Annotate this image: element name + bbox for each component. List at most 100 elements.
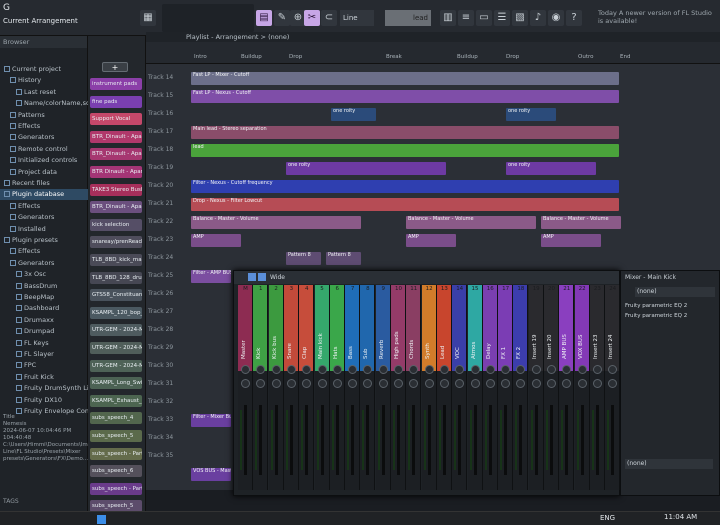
mixer-strip[interactable]: 10 High pads	[391, 285, 406, 490]
track-header[interactable]: Track 35	[148, 452, 188, 459]
volume-fader[interactable]	[550, 405, 553, 475]
pan-knob[interactable]	[317, 379, 327, 388]
channel-button[interactable]: fine pads	[90, 95, 142, 108]
browser-item[interactable]: BeepMap	[0, 292, 88, 303]
playlist-clip[interactable]: VOS BUS - Master	[191, 468, 231, 481]
pan-knob[interactable]	[470, 365, 480, 374]
pan-knob[interactable]	[241, 365, 250, 374]
pan-knob[interactable]	[485, 379, 495, 388]
browser-item[interactable]: Fruity DrumSynth Live	[0, 383, 88, 394]
volume-fader[interactable]	[504, 405, 508, 475]
channel-button[interactable]: snareay/prenReady	[90, 236, 142, 249]
timeline-ruler[interactable]: Intro Buildup Drop Break Buildup Drop Outro End	[146, 42, 720, 64]
pan-knob[interactable]	[547, 365, 556, 374]
volume-fader[interactable]	[595, 405, 599, 475]
mixer-strip[interactable]: 18 FX 2	[513, 285, 529, 490]
pan-knob[interactable]	[317, 365, 327, 374]
pan-knob[interactable]	[424, 379, 434, 388]
volume-fader[interactable]	[305, 405, 309, 475]
mixer-strip[interactable]: 5 Main kick	[314, 285, 330, 490]
volume-fader[interactable]	[259, 405, 263, 475]
pan-knob[interactable]	[348, 365, 358, 374]
pan-knob[interactable]	[256, 365, 266, 374]
pan-knob[interactable]	[577, 365, 587, 374]
help-icon[interactable]: ?	[566, 10, 582, 26]
browser-item[interactable]: FL Slayer	[0, 349, 88, 360]
pan-knob[interactable]	[332, 365, 342, 374]
browser-item[interactable]: Installed	[0, 224, 88, 235]
pan-knob[interactable]	[378, 365, 388, 374]
browser-item[interactable]: Current project	[0, 64, 88, 75]
pan-knob[interactable]	[394, 379, 403, 388]
mixer-strip[interactable]: 23 Insert 23	[589, 285, 605, 490]
channel-button[interactable]: UTR-GEM - 2024-Mix	[90, 359, 142, 372]
channel-button[interactable]: UTR-GEM - 2024-Mix	[90, 342, 142, 354]
piano-roll-icon[interactable]: ▭	[476, 10, 492, 26]
playlist-icon[interactable]: ☰	[494, 10, 510, 26]
mixer-strip[interactable]: 17 FX 1	[498, 285, 514, 490]
channel-button[interactable]: kick selection	[90, 218, 142, 231]
mixer-strip[interactable]: 4 Clap	[299, 285, 315, 490]
pan-knob[interactable]	[531, 379, 541, 388]
effect-slot-1[interactable]: Fruity parametric EQ 2	[625, 301, 717, 311]
channel-button[interactable]: BTR_Dinault - Apart	[90, 130, 142, 143]
pan-knob[interactable]	[501, 379, 511, 388]
plugin-icon[interactable]: ♪	[530, 10, 546, 26]
pan-knob[interactable]	[485, 365, 495, 374]
pan-knob[interactable]	[592, 379, 602, 388]
track-header[interactable]: Track 18	[148, 146, 188, 153]
pan-knob[interactable]	[302, 379, 312, 388]
playlist-clip[interactable]: one roity	[506, 108, 556, 121]
add-channel-button[interactable]: +	[102, 62, 128, 72]
browser-item[interactable]: Recent files	[0, 178, 88, 189]
browser-item[interactable]: Generators	[0, 132, 88, 143]
arrangement-marker[interactable]: Buildup	[457, 54, 478, 60]
volume-fader[interactable]	[427, 405, 431, 475]
channel-button[interactable]: instrument pads	[90, 78, 142, 90]
pan-knob[interactable]	[562, 379, 572, 388]
playlist-clip[interactable]: Fast LP - Mixer - Cutoff	[191, 72, 619, 85]
track-header[interactable]: Track 20	[148, 182, 188, 189]
playlist-clip[interactable]: Pattern 8	[286, 252, 321, 265]
mixer-icon[interactable]: ▥	[440, 10, 456, 26]
playlist-clip[interactable]: lead	[191, 144, 619, 157]
mixer-strip[interactable]: 9 Reverb	[375, 285, 391, 490]
mixer-strip[interactable]: 3 Snare	[283, 285, 299, 490]
magnet-icon[interactable]: ⊂	[321, 10, 337, 26]
effect-slot-2[interactable]: Fruity parametric EQ 2	[625, 311, 717, 321]
channel-button[interactable]: BTR_Dinault - Apart	[90, 148, 142, 161]
pan-knob[interactable]	[516, 379, 526, 388]
arrangement-marker[interactable]: Drop	[289, 54, 302, 60]
pan-knob[interactable]	[577, 379, 587, 388]
arrangement-marker[interactable]: Outro	[578, 54, 593, 60]
channel-button[interactable]: TAKE3 Stereo Bush	[90, 183, 142, 196]
pan-knob[interactable]	[531, 365, 541, 374]
track-header[interactable]: Track 23	[148, 236, 188, 243]
volume-fader[interactable]	[381, 405, 385, 475]
mixer-strip[interactable]: 16 Delay	[482, 285, 498, 490]
pan-knob[interactable]	[394, 365, 403, 374]
pan-knob[interactable]	[455, 379, 465, 388]
pan-knob[interactable]	[363, 365, 373, 374]
pan-knob[interactable]	[409, 365, 419, 374]
track-header[interactable]: Track 19	[148, 164, 188, 171]
track-header[interactable]: Track 30	[148, 362, 188, 369]
pan-knob[interactable]	[286, 365, 296, 374]
pan-knob[interactable]	[409, 379, 419, 388]
volume-fader[interactable]	[320, 405, 324, 475]
browser-item[interactable]: Patterns	[0, 110, 88, 121]
volume-fader[interactable]	[534, 405, 538, 475]
volume-fader[interactable]	[519, 405, 523, 475]
slice-icon[interactable]: ✂	[304, 10, 320, 26]
record-icon[interactable]: ◉	[548, 10, 564, 26]
start-icon[interactable]	[97, 515, 106, 524]
pan-knob[interactable]	[608, 379, 618, 388]
pan-knob[interactable]	[470, 379, 480, 388]
browser-item[interactable]: Generators	[0, 258, 88, 269]
volume-fader[interactable]	[412, 405, 416, 475]
volume-fader[interactable]	[397, 405, 400, 475]
playlist-clip[interactable]: AMP	[406, 234, 456, 247]
mixer-strip[interactable]: 24 Insert 24	[605, 285, 621, 490]
browser-item[interactable]: FL Keys	[0, 338, 88, 349]
browser-item[interactable]: Effects	[0, 246, 88, 257]
